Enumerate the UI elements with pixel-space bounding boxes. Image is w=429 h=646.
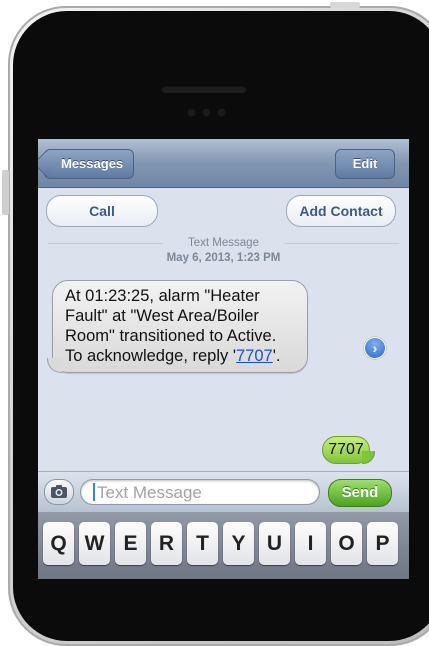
edit-button[interactable]: Edit xyxy=(335,149,395,179)
incoming-bubble-tail xyxy=(47,358,62,373)
keyboard: Q W E R T Y U I O P xyxy=(38,512,409,579)
contact-action-bar: Call Add Contact xyxy=(38,188,409,234)
back-button-label: Messages xyxy=(61,156,124,171)
key-q[interactable]: Q xyxy=(43,522,74,565)
key-w[interactable]: W xyxy=(79,522,110,565)
key-y[interactable]: Y xyxy=(223,522,254,565)
call-button[interactable]: Call xyxy=(46,195,158,227)
messages-back-button[interactable]: Messages xyxy=(44,149,135,179)
camera-button[interactable] xyxy=(44,479,74,505)
front-camera xyxy=(188,103,248,116)
key-o[interactable]: O xyxy=(331,522,362,565)
outgoing-message-bubble: 7707 xyxy=(322,436,375,464)
disclosure-arrow-icon[interactable]: › xyxy=(364,337,386,359)
header-divider-right xyxy=(284,243,399,244)
header-divider-left xyxy=(48,243,163,244)
camera-icon xyxy=(51,485,67,498)
add-contact-button[interactable]: Add Contact xyxy=(286,195,396,227)
message-input-bar: Text Message Send xyxy=(38,471,409,512)
incoming-message-end: '. xyxy=(272,347,281,365)
incoming-message-bubble: At 01:23:25, alarm "Heater Fault" at "We… xyxy=(47,280,308,373)
message-header: Text Message May 6, 2013, 1:23 PM xyxy=(38,236,409,266)
screen: Messages Edit Call Add Contact Text Mess… xyxy=(38,139,409,579)
send-button[interactable]: Send xyxy=(328,479,392,507)
key-r[interactable]: R xyxy=(151,522,182,565)
key-u[interactable]: U xyxy=(259,522,290,565)
key-e[interactable]: E xyxy=(115,522,146,565)
message-text-field[interactable]: Text Message xyxy=(80,479,320,505)
message-timestamp: May 6, 2013, 1:23 PM xyxy=(166,252,281,264)
key-p[interactable]: P xyxy=(367,522,398,565)
earpiece xyxy=(161,85,247,93)
text-caret xyxy=(93,483,95,501)
outgoing-message-text: 7707 xyxy=(328,441,364,458)
reply-code-link[interactable]: 7707 xyxy=(236,347,273,365)
key-t[interactable]: T xyxy=(187,522,218,565)
outgoing-bubble-tail xyxy=(362,451,375,464)
navigation-bar: Messages Edit xyxy=(38,139,409,188)
key-i[interactable]: I xyxy=(295,522,326,565)
power-button xyxy=(330,2,360,8)
volume-button xyxy=(2,170,9,215)
message-placeholder: Text Message xyxy=(97,483,202,502)
